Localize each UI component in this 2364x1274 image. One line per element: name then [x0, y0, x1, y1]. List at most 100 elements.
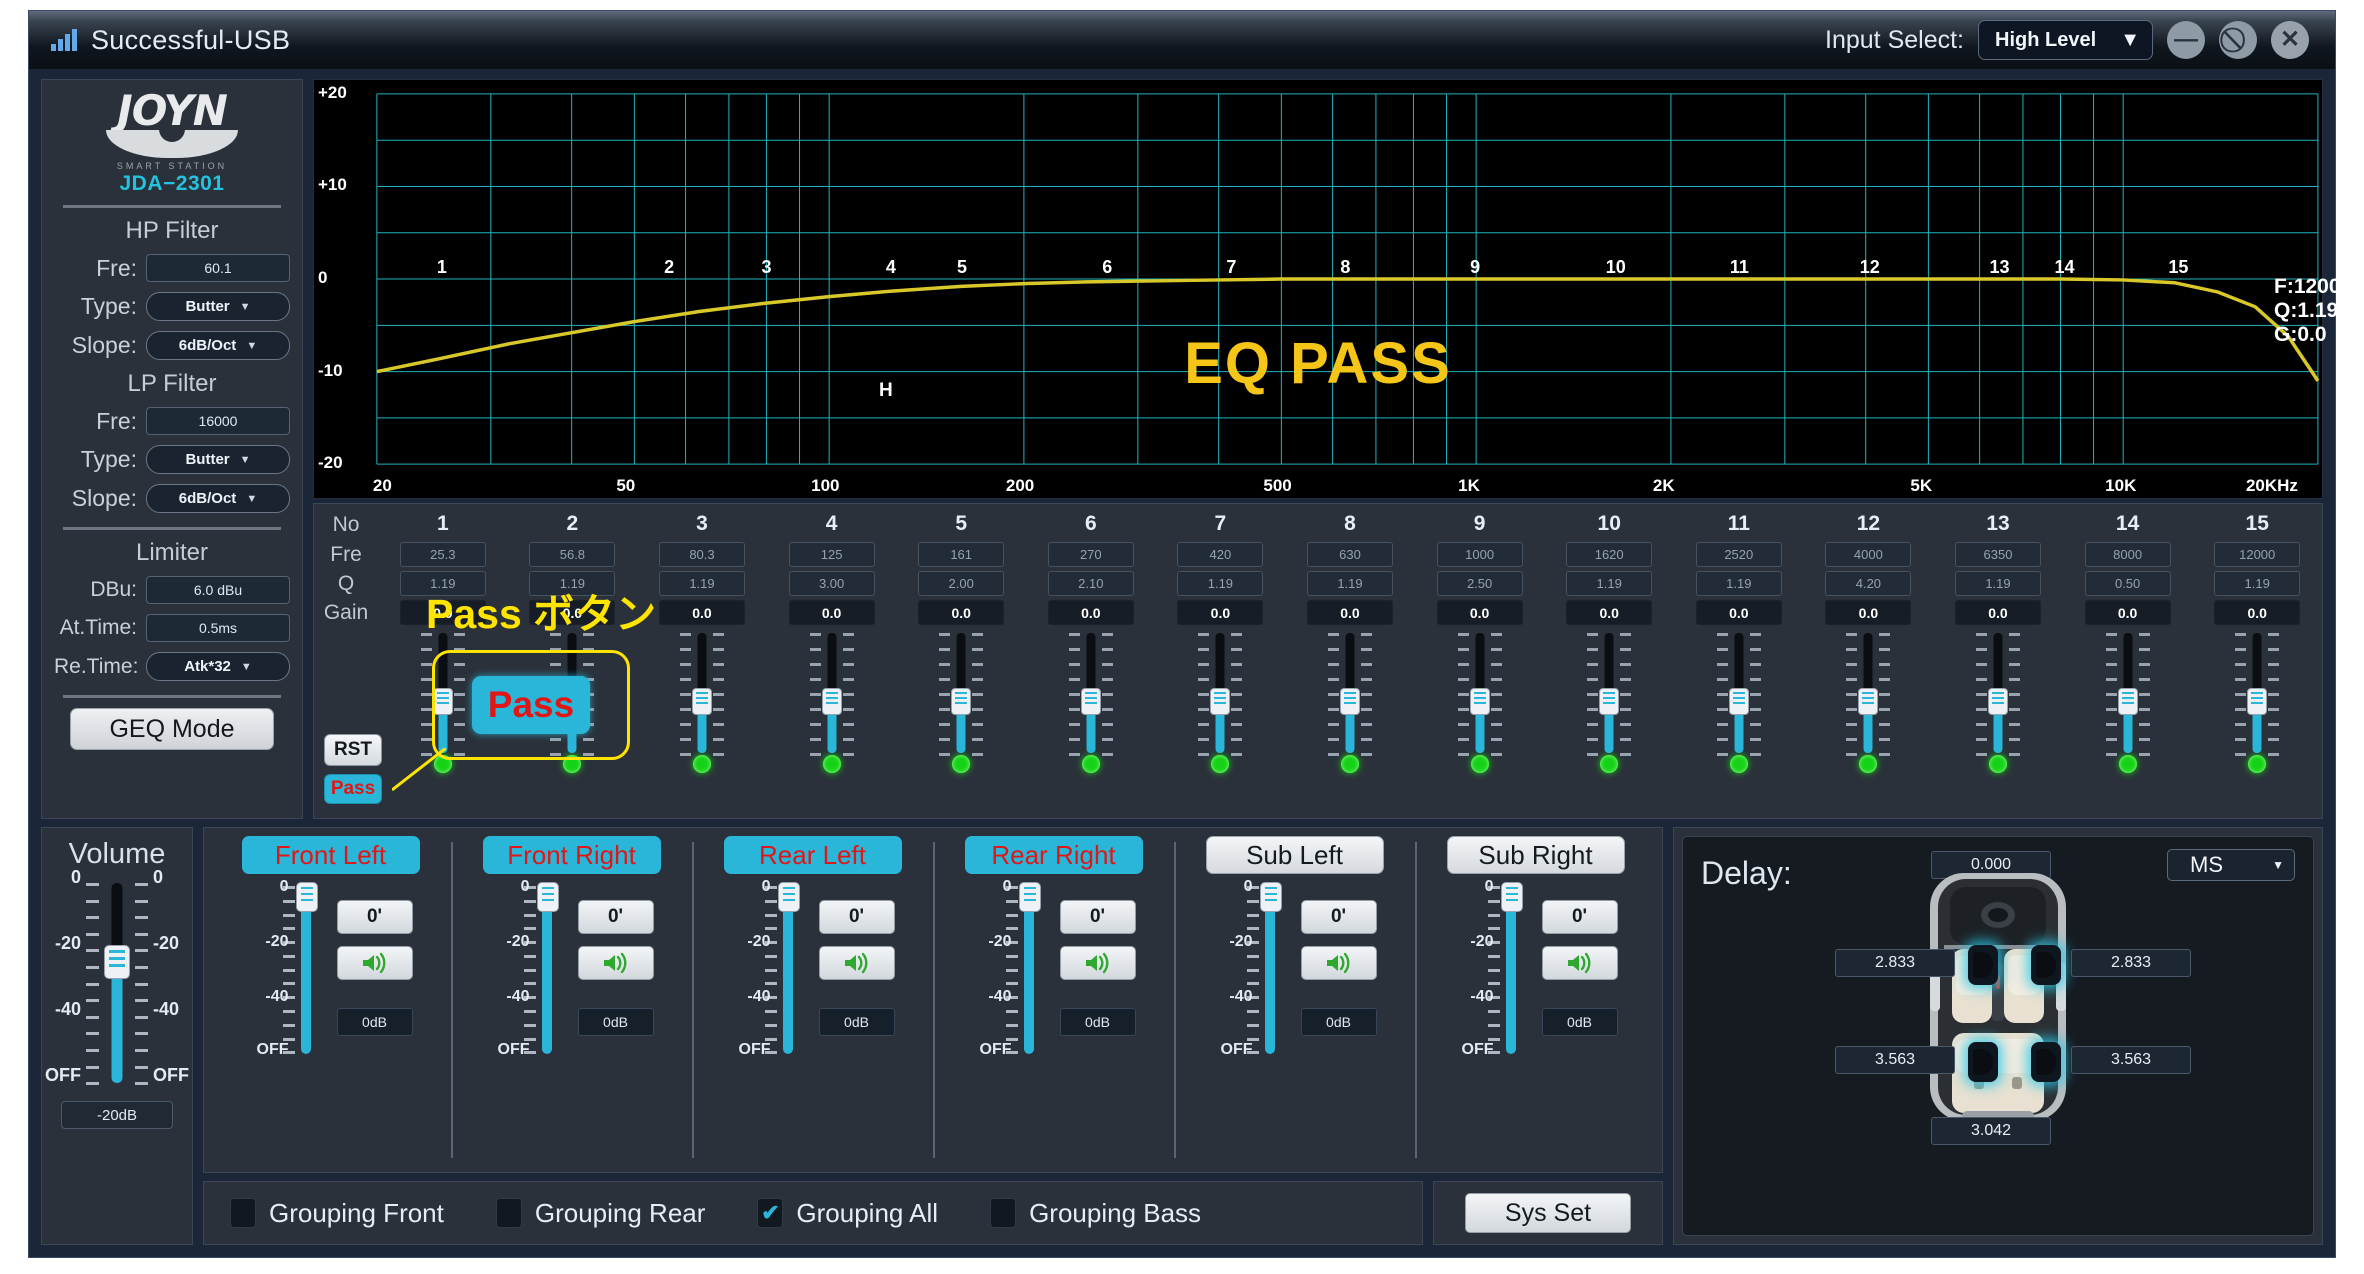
- eq-q-field[interactable]: 1.19: [1954, 571, 2041, 596]
- grouping-checkbox[interactable]: [230, 1198, 256, 1228]
- grouping-checkbox[interactable]: [495, 1198, 522, 1228]
- eq-band-marker[interactable]: 3: [761, 257, 771, 278]
- channel-name-button[interactable]: Rear Right: [964, 836, 1143, 874]
- eq-band-enable-led[interactable]: [1081, 755, 1100, 773]
- eq-freq-field[interactable]: 630: [1306, 542, 1393, 567]
- eq-band-enable-led[interactable]: [1470, 755, 1489, 773]
- eq-gain-fader[interactable]: [1068, 633, 1113, 756]
- channel-mute-button[interactable]: [1059, 946, 1136, 980]
- eq-freq-field[interactable]: 125: [788, 542, 875, 567]
- fader-knob[interactable]: [1858, 688, 1879, 716]
- eq-band-enable-led[interactable]: [1340, 755, 1359, 773]
- slider-knob[interactable]: [295, 882, 318, 912]
- channel-level-slider[interactable]: 0 -20 -40 OFF: [490, 878, 564, 1058]
- slider-knob[interactable]: [1500, 882, 1523, 912]
- fader-knob[interactable]: [821, 688, 842, 716]
- hp-type-dropdown[interactable]: Butter ▼: [146, 292, 290, 321]
- eq-gain-fader[interactable]: [939, 633, 984, 756]
- eq-freq-field[interactable]: 25.3: [399, 542, 486, 567]
- eq-gain-fader[interactable]: [2235, 633, 2280, 756]
- fader-knob[interactable]: [691, 688, 712, 716]
- eq-gain-field[interactable]: 0.0: [1954, 600, 2041, 625]
- slider-knob[interactable]: [1018, 882, 1041, 912]
- channel-level-slider[interactable]: 0 -20 -40 OFF: [731, 878, 805, 1058]
- eq-gain-fader[interactable]: [1716, 633, 1761, 756]
- eq-band-marker[interactable]: 14: [2054, 257, 2074, 278]
- eq-band-enable-led[interactable]: [1988, 755, 2007, 773]
- fader-knob[interactable]: [951, 688, 972, 716]
- slider-knob[interactable]: [536, 882, 559, 912]
- lp-fre-input[interactable]: 16000: [146, 407, 290, 435]
- grouping-option[interactable]: Grouping Front: [230, 1198, 444, 1229]
- channel-level-slider[interactable]: 0 -20 -40 OFF: [1454, 878, 1528, 1058]
- delay-front-right-field[interactable]: 2.833: [2071, 949, 2191, 977]
- limiter-retime-dropdown[interactable]: Atk*32 ▼: [146, 652, 290, 681]
- delay-rear-right-field[interactable]: 3.563: [2071, 1046, 2191, 1074]
- volume-value-field[interactable]: -20dB: [61, 1101, 173, 1129]
- channel-name-button[interactable]: Sub Left: [1205, 836, 1384, 874]
- eq-gain-fader[interactable]: [2105, 633, 2150, 756]
- eq-band-marker[interactable]: 8: [1340, 257, 1350, 278]
- eq-band-enable-led[interactable]: [1211, 755, 1230, 773]
- eq-freq-field[interactable]: 4000: [1825, 542, 1912, 567]
- eq-gain-field[interactable]: 0.0: [1177, 600, 1264, 625]
- master-volume-slider[interactable]: 0 -20 -40 OFF 0 -20 -40 OFF: [45, 867, 189, 1086]
- channel-mute-button[interactable]: [1300, 946, 1377, 980]
- eq-q-field[interactable]: 2.10: [1047, 571, 1134, 596]
- grouping-option[interactable]: Grouping Bass: [990, 1198, 1201, 1229]
- fader-knob[interactable]: [1987, 688, 2008, 716]
- eq-gain-field[interactable]: 0.0: [1436, 600, 1523, 625]
- fader-knob[interactable]: [1599, 688, 1620, 716]
- eq-gain-field[interactable]: 0.0: [918, 600, 1005, 625]
- eq-q-field[interactable]: 1.19: [658, 571, 745, 596]
- eq-band-enable-led[interactable]: [1729, 755, 1748, 773]
- eq-gain-field[interactable]: 0.0: [1047, 600, 1134, 625]
- channel-name-button[interactable]: Front Right: [482, 836, 661, 874]
- eq-band-marker[interactable]: 11: [1730, 257, 1749, 278]
- eq-band-enable-led[interactable]: [952, 755, 971, 773]
- channel-phase-button[interactable]: 0': [336, 900, 413, 934]
- channel-phase-button[interactable]: 0': [1300, 900, 1377, 934]
- fader-knob[interactable]: [1469, 688, 1490, 716]
- eq-freq-field[interactable]: 270: [1047, 542, 1134, 567]
- eq-band-marker[interactable]: 1: [437, 257, 447, 278]
- fader-knob[interactable]: [1080, 688, 1101, 716]
- close-button[interactable]: ✕: [2271, 21, 2309, 59]
- eq-q-field[interactable]: 1.19: [1566, 571, 1653, 596]
- eq-freq-field[interactable]: 1000: [1436, 542, 1523, 567]
- channel-db-field[interactable]: 0dB: [1300, 1008, 1377, 1036]
- channel-db-field[interactable]: 0dB: [336, 1008, 413, 1036]
- eq-gain-fader[interactable]: [1327, 633, 1372, 756]
- eq-freq-field[interactable]: 6350: [1954, 542, 2041, 567]
- fader-knob[interactable]: [1339, 688, 1360, 716]
- hp-fre-input[interactable]: 60.1: [146, 254, 290, 282]
- restore-button[interactable]: ⃠: [2219, 21, 2257, 59]
- eq-q-field[interactable]: 2.50: [1436, 571, 1523, 596]
- fader-knob[interactable]: [1210, 688, 1231, 716]
- eq-band-enable-led[interactable]: [2118, 755, 2137, 773]
- eq-q-field[interactable]: 1.19: [1306, 571, 1393, 596]
- channel-level-slider[interactable]: 0 -20 -40 OFF: [972, 878, 1046, 1058]
- eq-freq-field[interactable]: 56.8: [529, 542, 616, 567]
- eq-band-enable-led[interactable]: [1600, 755, 1619, 773]
- sys-set-button[interactable]: Sys Set: [1465, 1193, 1631, 1233]
- channel-mute-button[interactable]: [1541, 946, 1618, 980]
- delay-rear-left-field[interactable]: 3.563: [1835, 1046, 1955, 1074]
- channel-db-field[interactable]: 0dB: [1541, 1008, 1618, 1036]
- eq-band-marker[interactable]: 5: [957, 257, 967, 278]
- eq-q-field[interactable]: 4.20: [1825, 571, 1912, 596]
- eq-gain-field[interactable]: 0.0: [788, 600, 875, 625]
- channel-phase-button[interactable]: 0': [577, 900, 654, 934]
- eq-freq-field[interactable]: 12000: [2214, 542, 2301, 567]
- eq-gain-fader[interactable]: [679, 633, 724, 756]
- channel-mute-button[interactable]: [336, 946, 413, 980]
- channel-name-button[interactable]: Front Left: [241, 836, 420, 874]
- slider-knob[interactable]: [104, 945, 130, 979]
- eq-band-marker[interactable]: 2: [664, 257, 674, 278]
- eq-band-enable-led[interactable]: [2248, 755, 2267, 773]
- eq-q-field[interactable]: 0.50: [2084, 571, 2171, 596]
- fader-knob[interactable]: [2247, 688, 2268, 716]
- channel-phase-button[interactable]: 0': [818, 900, 895, 934]
- channel-mute-button[interactable]: [577, 946, 654, 980]
- eq-gain-fader[interactable]: [1587, 633, 1632, 756]
